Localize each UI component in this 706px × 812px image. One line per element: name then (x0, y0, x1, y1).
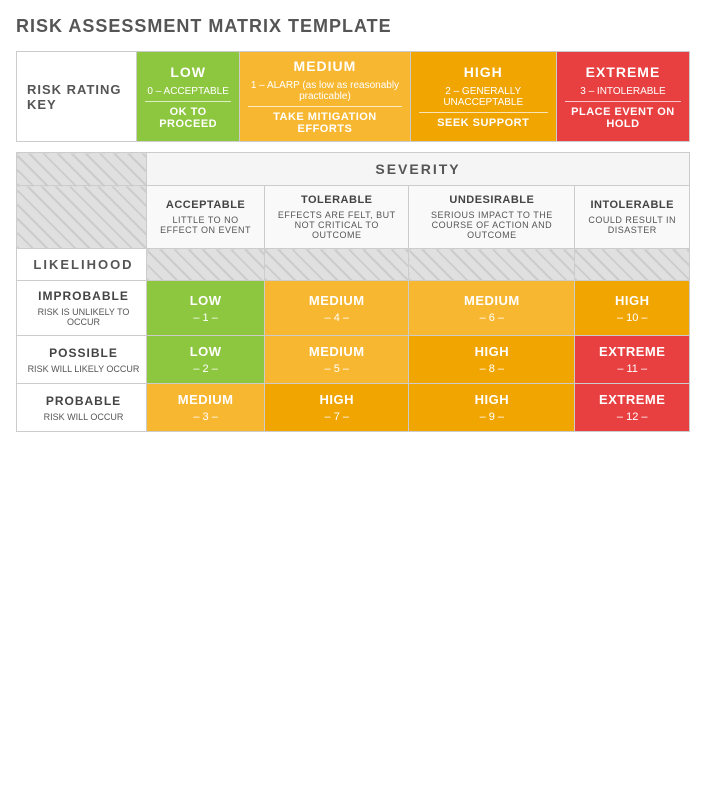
cell-label: EXTREME (581, 392, 683, 407)
severity-col-tolerable: TOLERABLE EFFECTS ARE FELT, BUT NOT CRIT… (265, 186, 409, 249)
rating-key-medium: MEDIUM 1 – ALARP (as low as reasonably p… (240, 52, 410, 142)
cell-label: LOW (153, 344, 258, 359)
probable-label: PROBABLE (27, 394, 140, 408)
cell-probable-intolerable: EXTREME – 12 – (575, 384, 690, 432)
cell-number: – 1 – (153, 312, 258, 324)
likelihood-hatch-2 (265, 249, 409, 281)
cell-probable-tolerable: HIGH – 7 – (265, 384, 409, 432)
possible-row-label: POSSIBLE RISK WILL LIKELY OCCUR (17, 336, 147, 384)
medium-action: TAKE MITIGATION EFFORTS (248, 111, 401, 135)
probable-sub: RISK WILL OCCUR (27, 412, 140, 422)
likelihood-hatch-3 (409, 249, 575, 281)
cell-improbable-intolerable: HIGH – 10 – (575, 281, 690, 336)
rating-key-high: HIGH 2 – GENERALLY UNACCEPTABLE SEEK SUP… (410, 52, 556, 142)
cell-improbable-tolerable: MEDIUM – 4 – (265, 281, 409, 336)
severity-col-acceptable: ACCEPTABLE LITTLE TO NO EFFECT ON EVENT (147, 186, 265, 249)
cell-possible-intolerable: EXTREME – 11 – (575, 336, 690, 384)
possible-sub: RISK WILL LIKELY OCCUR (27, 364, 140, 374)
matrix-table: SEVERITY ACCEPTABLE LITTLE TO NO EFFECT … (16, 152, 690, 432)
undesirable-sub: SERIOUS IMPACT TO THE COURSE OF ACTION A… (415, 210, 568, 240)
likelihood-hatch-4 (575, 249, 690, 281)
high-subheader: 2 – GENERALLY UNACCEPTABLE (419, 86, 548, 108)
cell-label: HIGH (415, 344, 568, 359)
rating-key-low: LOW 0 – ACCEPTABLE OK TO PROCEED (137, 52, 240, 142)
likelihood-header: LIKELIHOOD (17, 249, 147, 281)
acceptable-sub: LITTLE TO NO EFFECT ON EVENT (153, 215, 258, 235)
cell-number: – 5 – (271, 363, 402, 375)
medium-header: MEDIUM (248, 58, 401, 76)
undesirable-label: UNDESIRABLE (415, 194, 568, 206)
tolerable-sub: EFFECTS ARE FELT, BUT NOT CRITICAL TO OU… (271, 210, 402, 240)
extreme-action: PLACE EVENT ON HOLD (565, 106, 681, 130)
cell-possible-tolerable: MEDIUM – 5 – (265, 336, 409, 384)
cell-probable-undesirable: HIGH – 9 – (409, 384, 575, 432)
improbable-sub: RISK IS UNLIKELY TO OCCUR (27, 307, 140, 327)
cell-improbable-undesirable: MEDIUM – 6 – (409, 281, 575, 336)
severity-header: SEVERITY (147, 153, 690, 186)
low-subheader: 0 – ACCEPTABLE (145, 86, 231, 97)
cell-label: MEDIUM (415, 293, 568, 308)
severity-col-undesirable: UNDESIRABLE SERIOUS IMPACT TO THE COURSE… (409, 186, 575, 249)
cell-number: – 12 – (581, 411, 683, 423)
cell-possible-undesirable: HIGH – 8 – (409, 336, 575, 384)
severity-label-hatch (17, 186, 147, 249)
medium-subheader: 1 – ALARP (as low as reasonably practica… (248, 80, 401, 102)
low-header: LOW (145, 64, 231, 82)
cell-number: – 8 – (415, 363, 568, 375)
cell-label: HIGH (271, 392, 402, 407)
rating-key-table: RISK RATING KEY LOW 0 – ACCEPTABLE OK TO… (16, 51, 690, 142)
rating-key-label: RISK RATING KEY (17, 52, 137, 142)
cell-number: – 9 – (415, 411, 568, 423)
cell-number: – 6 – (415, 312, 568, 324)
cell-number: – 7 – (271, 411, 402, 423)
cell-number: – 4 – (271, 312, 402, 324)
high-header: HIGH (419, 64, 548, 82)
matrix-corner-hatch (17, 153, 147, 186)
cell-number: – 11 – (581, 363, 683, 375)
extreme-subheader: 3 – INTOLERABLE (565, 86, 681, 97)
improbable-label: IMPROBABLE (27, 289, 140, 303)
intolerable-label: INTOLERABLE (581, 199, 683, 211)
likelihood-hatch-1 (147, 249, 265, 281)
cell-label: MEDIUM (271, 344, 402, 359)
tolerable-label: TOLERABLE (271, 194, 402, 206)
cell-number: – 2 – (153, 363, 258, 375)
cell-label: EXTREME (581, 344, 683, 359)
possible-label: POSSIBLE (27, 346, 140, 360)
probable-row-label: PROBABLE RISK WILL OCCUR (17, 384, 147, 432)
cell-possible-acceptable: LOW – 2 – (147, 336, 265, 384)
extreme-header: EXTREME (565, 64, 681, 82)
cell-label: HIGH (415, 392, 568, 407)
cell-label: HIGH (581, 293, 683, 308)
page-title: RISK ASSESSMENT MATRIX TEMPLATE (16, 16, 690, 37)
cell-label: MEDIUM (153, 392, 258, 407)
cell-number: – 3 – (153, 411, 258, 423)
cell-number: – 10 – (581, 312, 683, 324)
improbable-row-label: IMPROBABLE RISK IS UNLIKELY TO OCCUR (17, 281, 147, 336)
cell-probable-acceptable: MEDIUM – 3 – (147, 384, 265, 432)
severity-col-intolerable: INTOLERABLE COULD RESULT IN DISASTER (575, 186, 690, 249)
intolerable-sub: COULD RESULT IN DISASTER (581, 215, 683, 235)
acceptable-label: ACCEPTABLE (153, 199, 258, 211)
cell-improbable-acceptable: LOW – 1 – (147, 281, 265, 336)
high-action: SEEK SUPPORT (419, 117, 548, 129)
cell-label: LOW (153, 293, 258, 308)
low-action: OK TO PROCEED (145, 106, 231, 130)
cell-label: MEDIUM (271, 293, 402, 308)
rating-key-extreme: EXTREME 3 – INTOLERABLE PLACE EVENT ON H… (556, 52, 689, 142)
